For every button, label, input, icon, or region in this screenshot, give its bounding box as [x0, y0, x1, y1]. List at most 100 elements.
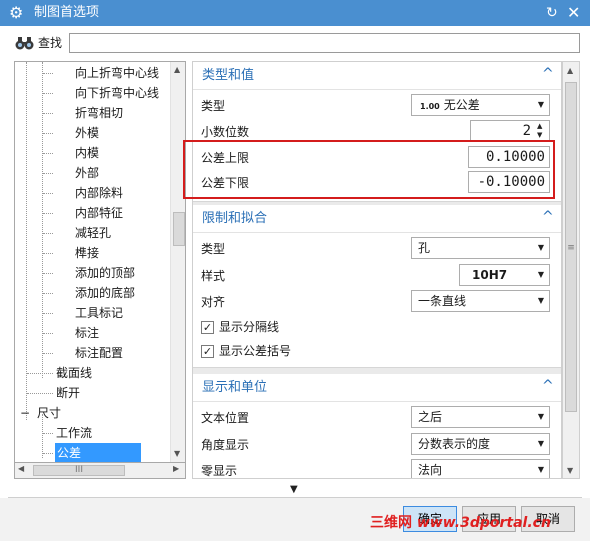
tolerance-type-dropdown[interactable]: 1.00 无公差 ▼ — [411, 94, 550, 116]
decimal-places-label: 小数位数 — [201, 125, 250, 139]
tree-item[interactable]: 添加的底部 — [75, 283, 135, 303]
chevron-down-icon: ▼ — [537, 243, 544, 252]
tree-connector — [43, 213, 53, 214]
type-label: 类型 — [201, 99, 226, 113]
panel-vertical-scrollbar[interactable]: ▲ ≡ ▼ — [562, 61, 580, 479]
scroll-thumb[interactable]: III — [33, 465, 125, 476]
close-icon[interactable]: ✕ — [567, 4, 580, 22]
tree-connector — [43, 353, 53, 354]
zero-display-dropdown[interactable]: 法向 ▼ — [411, 459, 550, 478]
fit-type-value: 孔 — [418, 241, 431, 255]
tree-item[interactable]: 工具标记 — [75, 303, 123, 323]
tree-connector — [43, 113, 53, 114]
tree-connector — [27, 373, 53, 374]
tree-item[interactable]: 断开 — [56, 383, 80, 403]
tree-item[interactable]: 向下折弯中心线 — [75, 83, 159, 103]
alignment-value: 一条直线 — [418, 294, 467, 308]
tree-item[interactable]: 尺寸 — [37, 403, 61, 423]
section-limits-fits: 限制和拟合 ^ 类型 孔 ▼ 样式 10H7 ▼ 对齐 一条直线 ▼ ✓ 显示分… — [193, 205, 561, 368]
chevron-down-icon: ▼ — [537, 296, 544, 305]
watermark: 三维网 www.3dportal.cn — [370, 514, 551, 532]
lower-tolerance-label: 公差下限 — [201, 176, 250, 190]
upper-tolerance-label: 公差上限 — [201, 151, 250, 165]
scroll-thumb[interactable] — [173, 212, 185, 246]
tree-item[interactable]: 内部除料 — [75, 183, 123, 203]
text-position-dropdown[interactable]: 之后 ▼ — [411, 406, 550, 428]
tree-item[interactable]: 标注 — [75, 323, 99, 343]
scroll-left-icon[interactable]: ◀ — [18, 464, 24, 473]
tree-item[interactable]: 折弯相切 — [75, 103, 123, 123]
scroll-up-icon[interactable]: ▲ — [174, 65, 180, 74]
scroll-down-icon[interactable]: ▼ — [174, 449, 180, 458]
tree-item[interactable]: 内模 — [75, 143, 99, 163]
find-input[interactable] — [69, 33, 580, 53]
section-header[interactable]: 类型和值 ^ — [193, 62, 561, 90]
spin-down-icon[interactable]: ▼ — [537, 131, 547, 140]
tree-item[interactable]: 标注配置 — [75, 343, 123, 363]
show-separator-label: 显示分隔线 — [219, 320, 280, 334]
gear-icon: ⚙ — [9, 3, 24, 22]
settings-panel: 类型和值 ^ 类型 1.00 无公差 ▼ 小数位数 2 ▲ ▼ 公差上限 0.10… — [192, 61, 562, 479]
show-separator-checkbox[interactable]: ✓ — [201, 321, 214, 334]
tree-item[interactable]: 向上折弯中心线 — [75, 63, 159, 83]
tree-item[interactable]: 榫接 — [75, 243, 99, 263]
tree-connector — [43, 93, 53, 94]
chevron-down-icon: ▼ — [537, 270, 544, 279]
expand-more-icon[interactable]: ▼ — [290, 484, 298, 495]
scroll-down-icon[interactable]: ▼ — [567, 466, 573, 475]
tree-connector — [43, 313, 53, 314]
fit-type-label: 类型 — [201, 242, 226, 256]
tolerance-type-value: 无公差 — [443, 98, 480, 112]
tree-item[interactable]: 减轻孔 — [75, 223, 111, 243]
tree-item[interactable]: 工作流 — [56, 423, 92, 443]
tree-vertical-scrollbar[interactable]: ▲ ▼ — [170, 62, 185, 462]
zero-display-label: 零显示 — [201, 464, 238, 478]
angle-display-dropdown[interactable]: 分数表示的度 ▼ — [411, 433, 550, 455]
alignment-dropdown[interactable]: 一条直线 ▼ — [411, 290, 550, 312]
scroll-thumb[interactable]: ≡ — [565, 82, 577, 412]
tree-connector — [43, 273, 53, 274]
tree-horizontal-scrollbar[interactable]: ◀ III ▶ — [14, 463, 186, 479]
section-header[interactable]: 显示和单位 ^ — [193, 374, 561, 402]
tree-connector — [43, 153, 53, 154]
text-position-value: 之后 — [418, 410, 443, 424]
show-brackets-checkbox[interactable]: ✓ — [201, 345, 214, 358]
section-title: 显示和单位 — [202, 380, 268, 395]
angle-display-value: 分数表示的度 — [418, 437, 491, 451]
tree-connector — [43, 193, 53, 194]
tree-item[interactable]: 外模 — [75, 123, 99, 143]
spin-up-icon[interactable]: ▲ — [537, 122, 547, 131]
tree-item[interactable]: 添加的顶部 — [75, 263, 135, 283]
upper-tolerance-input[interactable]: 0.10000 — [468, 146, 550, 168]
chevron-down-icon: ▼ — [537, 439, 544, 448]
tree-guide-line — [26, 62, 27, 420]
lower-tolerance-input[interactable]: -0.10000 — [468, 171, 550, 193]
chevron-down-icon: ▼ — [537, 465, 544, 474]
find-bar: 查找 — [0, 26, 590, 60]
chevron-down-icon: ▼ — [537, 100, 544, 109]
collapse-caret-icon[interactable]: ^ — [542, 66, 554, 82]
tolerance-type-icon: 1.00 — [420, 102, 440, 111]
section-header[interactable]: 限制和拟合 ^ — [193, 205, 561, 233]
collapse-caret-icon[interactable]: ^ — [542, 378, 554, 394]
tree-connector — [43, 173, 53, 174]
find-label: 查找 — [38, 36, 63, 50]
reset-icon[interactable]: ↻ — [546, 5, 558, 21]
tree-item-selected[interactable]: 公差 — [55, 443, 142, 462]
style-label: 样式 — [201, 269, 226, 283]
fit-type-dropdown[interactable]: 孔 ▼ — [411, 237, 550, 259]
tree-item[interactable]: 外部 — [75, 163, 99, 183]
scroll-right-icon[interactable]: ▶ — [173, 464, 179, 473]
section-title: 限制和拟合 — [202, 211, 268, 226]
tree-connector — [43, 73, 53, 74]
collapse-caret-icon[interactable]: ^ — [542, 209, 554, 225]
tree-connector — [43, 253, 53, 254]
section-display-units: 显示和单位 ^ 文本位置 之后 ▼ 角度显示 分数表示的度 ▼ 零显示 法向 ▼ — [193, 374, 561, 478]
tree-item[interactable]: 内部特征 — [75, 203, 123, 223]
tree-connector — [43, 453, 53, 454]
tree-collapse-toggle[interactable]: − — [20, 403, 30, 423]
scroll-up-icon[interactable]: ▲ — [567, 66, 573, 75]
title-bar: ⚙ 制图首选项 ↻ ✕ — [0, 0, 590, 26]
fit-style-dropdown[interactable]: 10H7 ▼ — [459, 264, 550, 286]
tree-item[interactable]: 截面线 — [56, 363, 92, 383]
